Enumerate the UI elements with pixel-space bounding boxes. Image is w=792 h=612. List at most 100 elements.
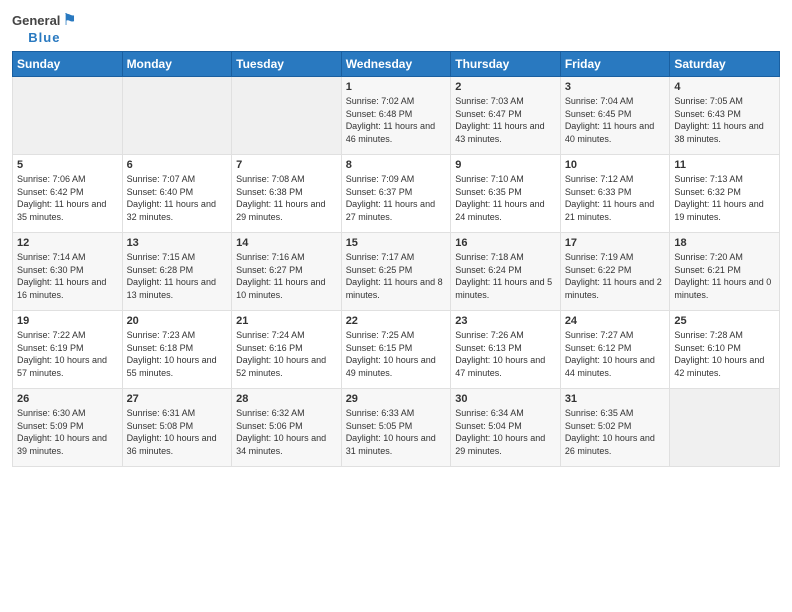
header: General ⚑ Blue bbox=[12, 10, 780, 45]
calendar-week-row: 19 Sunrise: 7:22 AMSunset: 6:19 PMDaylig… bbox=[13, 311, 780, 389]
cell-details: Sunrise: 7:05 AMSunset: 6:43 PMDaylight:… bbox=[674, 95, 775, 145]
calendar-cell: 13 Sunrise: 7:15 AMSunset: 6:28 PMDaylig… bbox=[122, 233, 232, 311]
cell-details: Sunrise: 6:34 AMSunset: 5:04 PMDaylight:… bbox=[455, 407, 556, 457]
logo-flag-icon: ⚑ bbox=[62, 10, 76, 30]
day-number: 30 bbox=[455, 393, 556, 405]
day-number: 18 bbox=[674, 237, 775, 249]
cell-details: Sunrise: 7:15 AMSunset: 6:28 PMDaylight:… bbox=[127, 251, 228, 301]
weekday-header-row: SundayMondayTuesdayWednesdayThursdayFrid… bbox=[13, 52, 780, 77]
calendar-week-row: 26 Sunrise: 6:30 AMSunset: 5:09 PMDaylig… bbox=[13, 389, 780, 467]
calendar-cell: 26 Sunrise: 6:30 AMSunset: 5:09 PMDaylig… bbox=[13, 389, 123, 467]
weekday-header-wednesday: Wednesday bbox=[341, 52, 451, 77]
cell-details: Sunrise: 7:08 AMSunset: 6:38 PMDaylight:… bbox=[236, 173, 337, 223]
day-number: 2 bbox=[455, 81, 556, 93]
weekday-header-friday: Friday bbox=[560, 52, 670, 77]
day-number: 25 bbox=[674, 315, 775, 327]
calendar-cell bbox=[232, 77, 342, 155]
day-number: 19 bbox=[17, 315, 118, 327]
day-number: 20 bbox=[127, 315, 228, 327]
calendar-cell: 29 Sunrise: 6:33 AMSunset: 5:05 PMDaylig… bbox=[341, 389, 451, 467]
cell-details: Sunrise: 7:22 AMSunset: 6:19 PMDaylight:… bbox=[17, 329, 118, 379]
day-number: 3 bbox=[565, 81, 666, 93]
cell-details: Sunrise: 7:25 AMSunset: 6:15 PMDaylight:… bbox=[346, 329, 447, 379]
cell-details: Sunrise: 7:27 AMSunset: 6:12 PMDaylight:… bbox=[565, 329, 666, 379]
calendar-cell: 11 Sunrise: 7:13 AMSunset: 6:32 PMDaylig… bbox=[670, 155, 780, 233]
calendar-cell: 21 Sunrise: 7:24 AMSunset: 6:16 PMDaylig… bbox=[232, 311, 342, 389]
cell-details: Sunrise: 6:35 AMSunset: 5:02 PMDaylight:… bbox=[565, 407, 666, 457]
weekday-header-saturday: Saturday bbox=[670, 52, 780, 77]
calendar-cell: 12 Sunrise: 7:14 AMSunset: 6:30 PMDaylig… bbox=[13, 233, 123, 311]
logo-general: General bbox=[12, 13, 60, 28]
day-number: 9 bbox=[455, 159, 556, 171]
weekday-header-sunday: Sunday bbox=[13, 52, 123, 77]
weekday-header-monday: Monday bbox=[122, 52, 232, 77]
cell-details: Sunrise: 7:09 AMSunset: 6:37 PMDaylight:… bbox=[346, 173, 447, 223]
day-number: 6 bbox=[127, 159, 228, 171]
cell-details: Sunrise: 7:02 AMSunset: 6:48 PMDaylight:… bbox=[346, 95, 447, 145]
cell-details: Sunrise: 7:26 AMSunset: 6:13 PMDaylight:… bbox=[455, 329, 556, 379]
calendar-cell: 2 Sunrise: 7:03 AMSunset: 6:47 PMDayligh… bbox=[451, 77, 561, 155]
logo: General ⚑ Blue bbox=[12, 10, 77, 45]
day-number: 27 bbox=[127, 393, 228, 405]
calendar-cell: 4 Sunrise: 7:05 AMSunset: 6:43 PMDayligh… bbox=[670, 77, 780, 155]
calendar-cell: 8 Sunrise: 7:09 AMSunset: 6:37 PMDayligh… bbox=[341, 155, 451, 233]
calendar-cell: 18 Sunrise: 7:20 AMSunset: 6:21 PMDaylig… bbox=[670, 233, 780, 311]
calendar-cell: 5 Sunrise: 7:06 AMSunset: 6:42 PMDayligh… bbox=[13, 155, 123, 233]
cell-details: Sunrise: 7:12 AMSunset: 6:33 PMDaylight:… bbox=[565, 173, 666, 223]
day-number: 5 bbox=[17, 159, 118, 171]
calendar-cell: 6 Sunrise: 7:07 AMSunset: 6:40 PMDayligh… bbox=[122, 155, 232, 233]
day-number: 29 bbox=[346, 393, 447, 405]
calendar-week-row: 12 Sunrise: 7:14 AMSunset: 6:30 PMDaylig… bbox=[13, 233, 780, 311]
calendar-cell: 19 Sunrise: 7:22 AMSunset: 6:19 PMDaylig… bbox=[13, 311, 123, 389]
cell-details: Sunrise: 6:33 AMSunset: 5:05 PMDaylight:… bbox=[346, 407, 447, 457]
calendar-cell: 10 Sunrise: 7:12 AMSunset: 6:33 PMDaylig… bbox=[560, 155, 670, 233]
logo-blue: Blue bbox=[28, 30, 60, 45]
cell-details: Sunrise: 7:07 AMSunset: 6:40 PMDaylight:… bbox=[127, 173, 228, 223]
day-number: 7 bbox=[236, 159, 337, 171]
cell-details: Sunrise: 7:13 AMSunset: 6:32 PMDaylight:… bbox=[674, 173, 775, 223]
calendar-cell: 22 Sunrise: 7:25 AMSunset: 6:15 PMDaylig… bbox=[341, 311, 451, 389]
day-number: 23 bbox=[455, 315, 556, 327]
calendar-cell: 25 Sunrise: 7:28 AMSunset: 6:10 PMDaylig… bbox=[670, 311, 780, 389]
day-number: 14 bbox=[236, 237, 337, 249]
calendar-cell: 24 Sunrise: 7:27 AMSunset: 6:12 PMDaylig… bbox=[560, 311, 670, 389]
day-number: 24 bbox=[565, 315, 666, 327]
calendar-cell: 14 Sunrise: 7:16 AMSunset: 6:27 PMDaylig… bbox=[232, 233, 342, 311]
calendar-cell: 23 Sunrise: 7:26 AMSunset: 6:13 PMDaylig… bbox=[451, 311, 561, 389]
calendar-cell: 30 Sunrise: 6:34 AMSunset: 5:04 PMDaylig… bbox=[451, 389, 561, 467]
calendar-week-row: 1 Sunrise: 7:02 AMSunset: 6:48 PMDayligh… bbox=[13, 77, 780, 155]
calendar-cell: 15 Sunrise: 7:17 AMSunset: 6:25 PMDaylig… bbox=[341, 233, 451, 311]
day-number: 17 bbox=[565, 237, 666, 249]
day-number: 1 bbox=[346, 81, 447, 93]
calendar-cell: 16 Sunrise: 7:18 AMSunset: 6:24 PMDaylig… bbox=[451, 233, 561, 311]
cell-details: Sunrise: 7:04 AMSunset: 6:45 PMDaylight:… bbox=[565, 95, 666, 145]
cell-details: Sunrise: 7:16 AMSunset: 6:27 PMDaylight:… bbox=[236, 251, 337, 301]
calendar-cell: 27 Sunrise: 6:31 AMSunset: 5:08 PMDaylig… bbox=[122, 389, 232, 467]
cell-details: Sunrise: 7:03 AMSunset: 6:47 PMDaylight:… bbox=[455, 95, 556, 145]
calendar-cell: 31 Sunrise: 6:35 AMSunset: 5:02 PMDaylig… bbox=[560, 389, 670, 467]
weekday-header-thursday: Thursday bbox=[451, 52, 561, 77]
cell-details: Sunrise: 7:06 AMSunset: 6:42 PMDaylight:… bbox=[17, 173, 118, 223]
day-number: 11 bbox=[674, 159, 775, 171]
cell-details: Sunrise: 7:18 AMSunset: 6:24 PMDaylight:… bbox=[455, 251, 556, 301]
cell-details: Sunrise: 6:32 AMSunset: 5:06 PMDaylight:… bbox=[236, 407, 337, 457]
day-number: 22 bbox=[346, 315, 447, 327]
cell-details: Sunrise: 6:31 AMSunset: 5:08 PMDaylight:… bbox=[127, 407, 228, 457]
cell-details: Sunrise: 7:14 AMSunset: 6:30 PMDaylight:… bbox=[17, 251, 118, 301]
day-number: 15 bbox=[346, 237, 447, 249]
cell-details: Sunrise: 7:19 AMSunset: 6:22 PMDaylight:… bbox=[565, 251, 666, 301]
cell-details: Sunrise: 6:30 AMSunset: 5:09 PMDaylight:… bbox=[17, 407, 118, 457]
cell-details: Sunrise: 7:10 AMSunset: 6:35 PMDaylight:… bbox=[455, 173, 556, 223]
cell-details: Sunrise: 7:20 AMSunset: 6:21 PMDaylight:… bbox=[674, 251, 775, 301]
day-number: 16 bbox=[455, 237, 556, 249]
calendar-cell: 7 Sunrise: 7:08 AMSunset: 6:38 PMDayligh… bbox=[232, 155, 342, 233]
calendar-cell: 9 Sunrise: 7:10 AMSunset: 6:35 PMDayligh… bbox=[451, 155, 561, 233]
calendar-cell: 28 Sunrise: 6:32 AMSunset: 5:06 PMDaylig… bbox=[232, 389, 342, 467]
calendar-cell: 20 Sunrise: 7:23 AMSunset: 6:18 PMDaylig… bbox=[122, 311, 232, 389]
calendar-cell bbox=[122, 77, 232, 155]
calendar-week-row: 5 Sunrise: 7:06 AMSunset: 6:42 PMDayligh… bbox=[13, 155, 780, 233]
day-number: 31 bbox=[565, 393, 666, 405]
day-number: 13 bbox=[127, 237, 228, 249]
day-number: 26 bbox=[17, 393, 118, 405]
cell-details: Sunrise: 7:23 AMSunset: 6:18 PMDaylight:… bbox=[127, 329, 228, 379]
